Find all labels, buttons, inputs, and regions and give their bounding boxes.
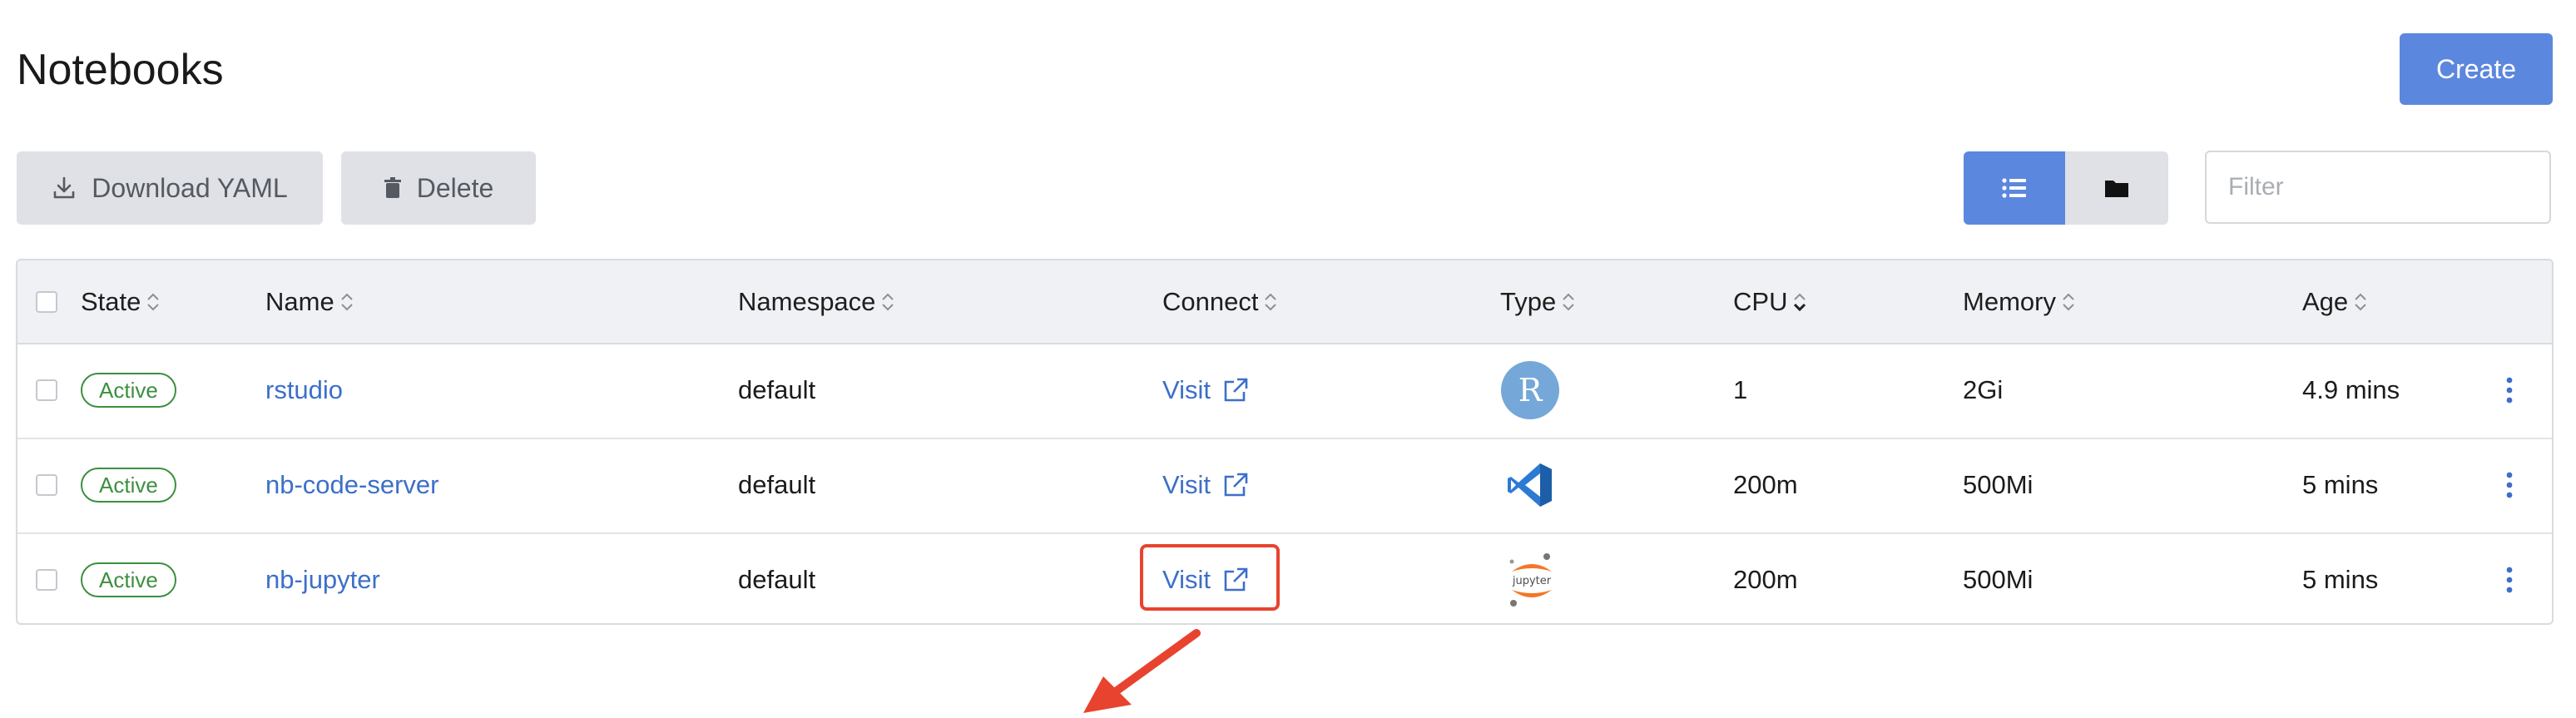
more-actions-icon[interactable] bbox=[2505, 566, 2514, 594]
filter-input[interactable] bbox=[2205, 151, 2551, 224]
cpu-value: 200m bbox=[1733, 565, 1798, 594]
column-header-connect[interactable]: Connect bbox=[1162, 260, 1278, 343]
column-header-cpu[interactable]: CPU bbox=[1733, 260, 1807, 343]
table-row: Active rstudio default Visit R 1 2Gi 4.9… bbox=[17, 343, 2552, 439]
list-view-button[interactable] bbox=[1964, 151, 2065, 225]
row-checkbox[interactable] bbox=[36, 569, 57, 591]
download-yaml-button[interactable]: Download YAML bbox=[17, 151, 323, 225]
notebook-name-link[interactable]: nb-code-server bbox=[265, 470, 438, 500]
namespace-value: default bbox=[738, 565, 816, 594]
status-badge: Active bbox=[81, 373, 176, 408]
column-header-namespace[interactable]: Namespace bbox=[738, 260, 895, 343]
list-icon bbox=[2002, 178, 2027, 198]
memory-value: 2Gi bbox=[1963, 375, 2004, 404]
highlight-box bbox=[1140, 544, 1280, 611]
column-header-memory[interactable]: Memory bbox=[1963, 260, 2076, 343]
visit-link[interactable]: Visit bbox=[1162, 470, 1249, 500]
view-toggle bbox=[1964, 151, 2168, 225]
column-header-name[interactable]: Name bbox=[265, 260, 354, 343]
sort-icon bbox=[1263, 290, 1278, 314]
memory-value: 500Mi bbox=[1963, 470, 2034, 499]
namespace-value: default bbox=[738, 375, 816, 404]
cpu-value: 1 bbox=[1733, 375, 1748, 404]
sort-icon bbox=[880, 290, 895, 314]
sort-icon bbox=[146, 290, 161, 314]
notebooks-table: State Name Namespace Connect Type CPU Me… bbox=[16, 259, 2554, 625]
column-header-age[interactable]: Age bbox=[2302, 260, 2368, 343]
sort-desc-icon bbox=[1792, 290, 1807, 314]
jupyter-icon: jupyter bbox=[1502, 550, 1562, 610]
namespace-value: default bbox=[738, 470, 816, 499]
age-value: 5 mins bbox=[2302, 565, 2379, 594]
table-row: Active nb-jupyter default Visit jupyter … bbox=[17, 532, 2552, 623]
status-badge: Active bbox=[81, 468, 176, 503]
external-link-icon bbox=[1222, 377, 1249, 404]
notebook-name-link[interactable]: rstudio bbox=[265, 375, 343, 405]
delete-button[interactable]: Delete bbox=[341, 151, 536, 225]
table-header: State Name Namespace Connect Type CPU Me… bbox=[17, 260, 2552, 344]
sort-icon bbox=[2061, 290, 2076, 314]
visit-link[interactable]: Visit bbox=[1162, 375, 1249, 405]
age-value: 5 mins bbox=[2302, 470, 2379, 499]
row-checkbox[interactable] bbox=[36, 474, 57, 496]
notebook-name-link[interactable]: nb-jupyter bbox=[265, 565, 380, 595]
table-row: Active nb-code-server default Visit 200m… bbox=[17, 438, 2552, 534]
row-checkbox[interactable] bbox=[36, 379, 57, 401]
rstudio-icon: R bbox=[1500, 360, 1560, 420]
svg-text:jupyter: jupyter bbox=[1512, 575, 1552, 587]
folder-icon bbox=[2104, 178, 2129, 198]
delete-label: Delete bbox=[416, 172, 494, 203]
memory-value: 500Mi bbox=[1963, 565, 2034, 594]
sort-icon bbox=[1561, 290, 1576, 314]
vscode-icon bbox=[1507, 462, 1553, 508]
svg-text:R: R bbox=[1518, 372, 1543, 409]
external-link-icon bbox=[1222, 472, 1249, 498]
more-actions-icon[interactable] bbox=[2505, 376, 2514, 404]
annotation-arrow-icon bbox=[1073, 628, 1223, 718]
age-value: 4.9 mins bbox=[2302, 375, 2400, 404]
download-yaml-label: Download YAML bbox=[92, 172, 288, 203]
column-header-type[interactable]: Type bbox=[1500, 260, 1576, 343]
column-header-state[interactable]: State bbox=[81, 260, 161, 343]
download-icon bbox=[52, 176, 77, 201]
page-title: Notebooks bbox=[17, 46, 224, 94]
create-button[interactable]: Create bbox=[2400, 33, 2553, 105]
sort-icon bbox=[2353, 290, 2368, 314]
select-all-checkbox[interactable] bbox=[36, 290, 57, 313]
cpu-value: 200m bbox=[1733, 470, 1798, 499]
status-badge: Active bbox=[81, 562, 176, 597]
trash-icon bbox=[384, 177, 402, 199]
sort-icon bbox=[339, 290, 354, 314]
folder-view-button[interactable] bbox=[2065, 151, 2168, 225]
more-actions-icon[interactable] bbox=[2505, 471, 2514, 499]
